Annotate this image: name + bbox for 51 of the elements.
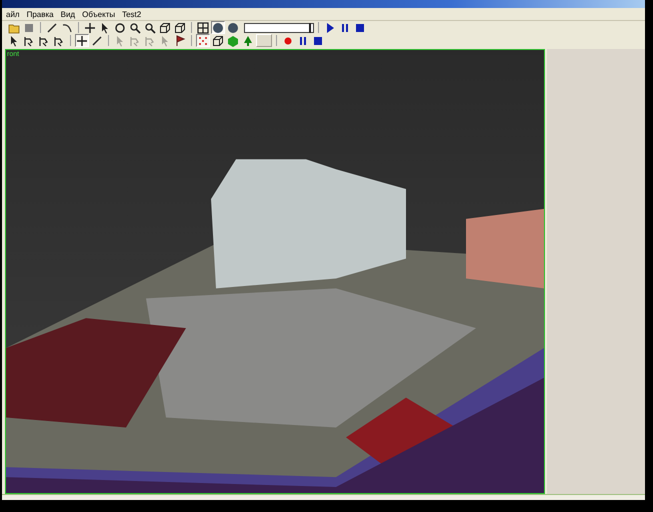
toolbar-button[interactable] bbox=[83, 21, 97, 34]
line-icon bbox=[46, 22, 58, 34]
toolbar-button[interactable] bbox=[226, 21, 240, 34]
line-icon bbox=[91, 34, 103, 46]
cube-icon bbox=[227, 34, 239, 46]
toolbar-button[interactable] bbox=[45, 21, 59, 34]
menu-item[interactable]: Вид bbox=[60, 10, 76, 18]
tree-icon bbox=[242, 34, 254, 46]
toolbar-button[interactable] bbox=[75, 34, 89, 47]
square-icon bbox=[23, 22, 35, 34]
pause-icon bbox=[297, 34, 309, 46]
dot-icon bbox=[282, 34, 294, 46]
toolbar-button[interactable] bbox=[173, 21, 187, 34]
move-icon bbox=[84, 22, 96, 34]
sphere-icon bbox=[212, 22, 224, 34]
dots-icon bbox=[197, 34, 209, 46]
pointer-icon bbox=[114, 34, 126, 46]
pointer-icon bbox=[159, 34, 171, 46]
toolbar-button[interactable] bbox=[196, 21, 210, 34]
stop-icon bbox=[312, 34, 324, 46]
toolbar-button[interactable] bbox=[158, 21, 172, 34]
toolbar-button[interactable] bbox=[128, 21, 142, 34]
box-icon bbox=[212, 34, 224, 46]
curve-icon bbox=[61, 22, 73, 34]
sphere-icon bbox=[227, 22, 239, 34]
menu-item[interactable]: Test2 bbox=[122, 10, 142, 18]
toolbar-button[interactable] bbox=[311, 34, 325, 47]
magnifier-icon bbox=[129, 22, 141, 34]
move-icon bbox=[76, 34, 88, 46]
pause-icon bbox=[339, 22, 351, 34]
circle-icon bbox=[114, 22, 126, 34]
toolbar-button[interactable] bbox=[113, 21, 127, 34]
pointer-icon bbox=[8, 34, 20, 46]
slider-thumb[interactable] bbox=[308, 22, 311, 32]
menu-item[interactable]: Правка bbox=[26, 10, 54, 18]
play-icon bbox=[324, 22, 336, 34]
toolbar-button[interactable] bbox=[211, 34, 225, 47]
flag-icon bbox=[174, 34, 186, 46]
toolbar-button[interactable] bbox=[211, 21, 225, 34]
toolbar-button[interactable] bbox=[90, 34, 104, 47]
stop-icon bbox=[354, 22, 366, 34]
toolbar-button[interactable] bbox=[353, 21, 367, 34]
menu-item[interactable]: айл bbox=[6, 10, 20, 18]
pointer-icon bbox=[99, 22, 111, 34]
folder-icon bbox=[8, 22, 20, 34]
box-icon bbox=[159, 22, 171, 34]
magnifier-icon bbox=[144, 22, 156, 34]
grid-icon bbox=[197, 22, 209, 34]
toolbar-button[interactable] bbox=[143, 21, 157, 34]
menu-item[interactable]: Объекты bbox=[82, 10, 116, 18]
box-icon bbox=[174, 22, 186, 34]
